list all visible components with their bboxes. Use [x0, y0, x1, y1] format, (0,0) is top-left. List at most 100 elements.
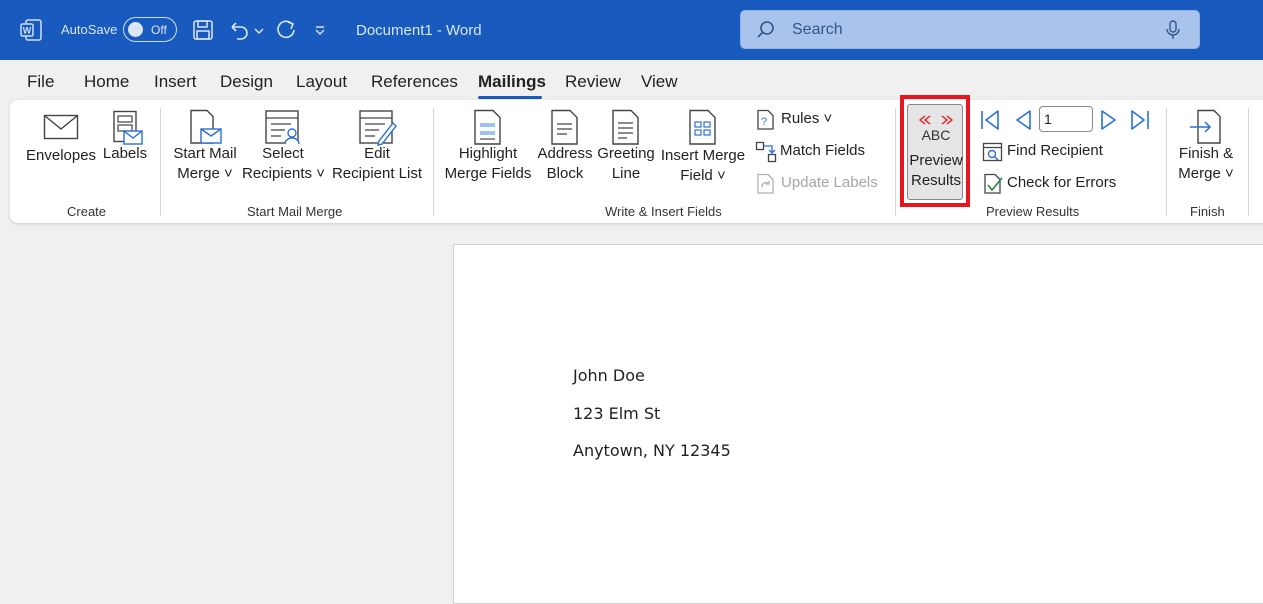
group-write-insert-label: Write & Insert Fields [605, 204, 722, 219]
group-separator [433, 108, 434, 216]
first-record-icon[interactable] [979, 109, 1001, 131]
update-labels-icon [757, 173, 774, 194]
tab-references[interactable]: References [371, 72, 458, 92]
search-placeholder: Search [792, 21, 843, 38]
undo-dropdown-icon[interactable] [253, 18, 265, 42]
finish-merge-label-2: Merge ˅ [1178, 165, 1234, 182]
tab-file[interactable]: File [27, 72, 54, 92]
ribbon-tabs: File Home Insert Design Layout Reference… [0, 60, 1263, 100]
word-app-icon: W [20, 19, 42, 41]
start-mail-merge-label-1: Start Mail [173, 145, 237, 162]
search-box[interactable]: Search [740, 10, 1200, 49]
labels-label: Labels [102, 145, 148, 162]
group-separator [160, 108, 161, 216]
address-block-icon [551, 109, 578, 145]
finish-merge-icon [1190, 109, 1221, 144]
address-line-name: John Doe [573, 366, 645, 385]
ribbon-panel: Envelopes Labels Create Start Mail Merge… [10, 95, 1263, 223]
last-record-icon[interactable] [1129, 109, 1151, 131]
labels-icon [113, 110, 143, 145]
envelope-icon [43, 114, 79, 140]
highlight-merge-fields-label-2: Merge Fields [444, 165, 532, 182]
highlight-merge-fields-button[interactable]: Highlight Merge Fields [442, 109, 534, 184]
svg-text:?: ? [761, 116, 767, 128]
select-recipients-label-2: Recipients ˅ [242, 165, 325, 182]
rules-label: Rules ˅ [781, 110, 833, 127]
group-create-label: Create [67, 204, 107, 219]
update-labels-label: Update Labels [781, 174, 878, 191]
autosave-toggle[interactable]: Off [123, 17, 177, 42]
search-icon [757, 21, 774, 38]
highlight-merge-fields-icon [474, 109, 501, 145]
highlight-merge-fields-label-1: Highlight [458, 145, 518, 162]
greeting-line-icon [612, 109, 639, 145]
tab-insert[interactable]: Insert [154, 72, 197, 92]
customize-qat-icon[interactable] [312, 18, 328, 42]
rules-icon: ? [757, 109, 774, 130]
match-fields-icon [755, 141, 777, 163]
tab-home[interactable]: Home [84, 72, 129, 92]
group-start-mail-merge-label: Start Mail Merge [247, 204, 343, 219]
insert-merge-field-label-1: Insert Merge [660, 147, 746, 164]
autosave-label: AutoSave [61, 22, 118, 37]
redo-icon[interactable] [274, 18, 298, 42]
insert-merge-field-icon [689, 109, 716, 145]
undo-icon[interactable] [227, 18, 251, 42]
finish-merge-button[interactable]: Finish & Merge ˅ [1174, 109, 1238, 184]
address-line-street: 123 Elm St [573, 404, 661, 423]
tab-layout[interactable]: Layout [296, 72, 347, 92]
preview-results-button[interactable]: ABC Preview Results [907, 104, 963, 200]
tab-review[interactable]: Review [565, 72, 621, 92]
match-fields-label: Match Fields [780, 142, 866, 159]
find-recipient-icon [982, 142, 1003, 162]
envelopes-button[interactable]: Envelopes [26, 112, 96, 166]
tab-view[interactable]: View [641, 72, 678, 92]
greeting-line-label-1: Greeting [597, 145, 655, 162]
select-recipients-label-1: Select [262, 145, 304, 162]
document-title: Document1 - Word [356, 22, 482, 39]
find-recipient-label: Find Recipient [1007, 142, 1103, 159]
select-recipients-button[interactable]: Select Recipients ˅ [242, 109, 325, 184]
start-mail-merge-icon [190, 109, 222, 144]
finish-merge-label-1: Finish & [1178, 145, 1234, 162]
address-block-label-2: Block [546, 165, 584, 182]
previous-record-icon[interactable] [1013, 109, 1033, 131]
preview-results-label-1: Preview [909, 152, 963, 169]
check-for-errors-label: Check for Errors [1007, 174, 1117, 191]
labels-button[interactable]: Labels [102, 110, 148, 164]
start-mail-merge-label-2: Merge ˅ [177, 165, 233, 182]
edit-recipient-list-button[interactable]: Edit Recipient List [330, 109, 424, 184]
next-record-icon[interactable] [1099, 109, 1119, 131]
edit-recipient-list-label-1: Edit [364, 145, 390, 162]
address-block-button[interactable]: Address Block [536, 109, 594, 184]
group-preview-results-label: Preview Results [986, 204, 1080, 219]
group-finish-label: Finish [1190, 204, 1225, 219]
merge-arrows-icon [918, 115, 954, 125]
insert-merge-field-label-2: Field ˅ [680, 167, 726, 184]
group-separator [895, 108, 896, 216]
microphone-icon[interactable] [1164, 20, 1182, 40]
svg-text:W: W [23, 26, 32, 36]
record-number-input[interactable] [1039, 106, 1093, 132]
greeting-line-label-2: Line [611, 165, 641, 182]
group-separator [1166, 108, 1167, 216]
tab-mailings[interactable]: Mailings [478, 72, 546, 92]
autosave-state: Off [151, 23, 167, 37]
active-tab-indicator [478, 96, 542, 99]
group-separator [1248, 108, 1249, 216]
document-page[interactable]: John Doe 123 Elm St Anytown, NY 12345 [453, 244, 1263, 604]
save-icon[interactable] [191, 18, 215, 42]
check-for-errors-icon [984, 173, 1003, 194]
edit-recipient-list-label-2: Recipient List [331, 165, 423, 182]
insert-merge-field-button[interactable]: Insert Merge Field ˅ [658, 109, 748, 186]
edit-recipient-list-icon [359, 110, 397, 146]
tab-design[interactable]: Design [220, 72, 273, 92]
envelopes-label: Envelopes [26, 147, 97, 164]
address-block-label-1: Address [537, 145, 593, 162]
select-recipients-icon [265, 110, 300, 145]
start-mail-merge-button[interactable]: Start Mail Merge ˅ [170, 109, 240, 184]
preview-results-label-2: Results [910, 172, 962, 189]
greeting-line-button[interactable]: Greeting Line [596, 109, 656, 184]
title-bar: W AutoSave Off Document1 - Word Search [0, 0, 1263, 60]
toggle-knob [128, 22, 143, 37]
